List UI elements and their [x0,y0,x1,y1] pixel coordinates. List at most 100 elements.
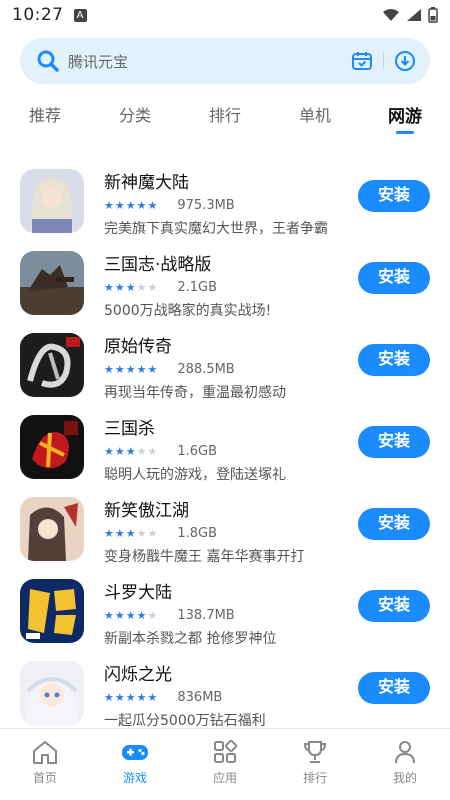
nav-label: 应用 [212,771,237,785]
app-name: 三国志·战略版 [104,255,212,275]
star-icon: ★ [125,198,136,212]
star-icon: ★ [104,362,114,376]
category-tabs: 推荐 分类 排行 单机 网游 [0,96,450,136]
star-icon: ★ [147,280,158,294]
wifi-icon [383,9,399,21]
nav-apps[interactable]: 应用 [180,729,270,800]
status-time: 10:27 [12,5,64,25]
app-description: 完美旗下真实魔幻大世界，王者争霸 [104,221,328,237]
search-input[interactable]: 腾讯元宝 [68,51,351,72]
star-icon: ★ [125,608,136,622]
app-name: 斗罗大陆 [104,583,172,603]
search-icon [37,50,59,72]
tab-category[interactable]: 分类 [90,96,180,136]
list-item[interactable]: 闪烁之光 ★ ★ ★ ★ ★ 836MB 一起瓜分5000万钻石福利 安装 [0,656,450,728]
star-icon: ★ [125,526,136,540]
list-item[interactable]: 斗罗大陆 ★ ★ ★ ★ ★ 138.7MB 新副本杀戮之都 抢修罗神位 安装 [0,574,450,656]
app-meta: ★ ★ ★ ★ ★ 1.6GB [104,444,217,459]
app-description: 5000万战略家的真实战场! [104,303,272,319]
install-button[interactable]: 安装 [358,262,430,294]
download-icon[interactable] [394,50,416,72]
rating-stars: ★ ★ ★ ★ ★ [104,280,158,294]
calendar-icon[interactable] [351,50,373,72]
install-button[interactable]: 安装 [358,508,430,540]
app-description: 聪明人玩的游戏，登陆送塚礼 [104,467,286,483]
star-icon: ★ [104,198,114,212]
tab-recommend[interactable]: 推荐 [0,96,90,136]
install-button[interactable]: 安装 [358,180,430,212]
nav-label: 排行 [302,771,327,785]
nav-mine[interactable]: 我的 [360,729,450,800]
signal-icon [407,9,421,21]
status-left: 10:27 A [12,5,87,25]
tab-ranking[interactable]: 排行 [180,96,270,136]
star-icon: ★ [136,280,147,294]
nav-label: 游戏 [122,771,147,785]
nav-games[interactable]: 游戏 [90,729,180,800]
search-bar[interactable]: 腾讯元宝 [20,38,430,84]
tab-label: 网游 [388,107,422,127]
star-icon: ★ [125,280,136,294]
tab-label: 排行 [208,106,241,125]
nav-label: 首页 [32,771,57,785]
star-icon: ★ [114,198,125,212]
app-name: 新神魔大陆 [104,173,189,193]
app-size: 138.7MB [177,608,235,623]
rating-stars: ★ ★ ★ ★ ★ [104,444,158,458]
app-icon [20,579,84,643]
rating-stars: ★ ★ ★ ★ ★ [104,198,157,212]
star-icon: ★ [114,362,125,376]
install-button[interactable]: 安装 [358,590,430,622]
tab-online-games[interactable]: 网游 [360,96,450,136]
nav-ranking[interactable]: 排行 [270,729,360,800]
app-icon [20,169,84,233]
star-icon: ★ [136,198,147,212]
app-meta: ★ ★ ★ ★ ★ 836MB [104,690,222,705]
app-meta: ★ ★ ★ ★ ★ 138.7MB [104,608,235,623]
list-item[interactable]: 新笑傲江湖 ★ ★ ★ ★ ★ 1.8GB 变身杨戬牛魔王 嘉年华赛事开打 安装 [0,492,450,574]
star-icon: ★ [104,690,114,704]
app-description: 再现当年传奇，重温最初感动 [104,385,286,401]
status-bar: 10:27 A [0,0,450,30]
star-icon: ★ [114,444,125,458]
star-icon: ★ [147,690,158,704]
tab-single-player[interactable]: 单机 [270,96,360,136]
battery-icon [428,7,438,23]
tab-label: 推荐 [28,106,61,125]
star-icon: ★ [136,362,147,376]
install-button[interactable]: 安装 [358,344,430,376]
nav-home[interactable]: 首页 [0,729,90,800]
app-list[interactable]: 新神魔大陆 ★ ★ ★ ★ ★ 975.3MB 完美旗下真实魔幻大世界，王者争霸 安装 … [0,164,450,728]
app-icon [20,415,84,479]
app-size: 836MB [177,690,223,705]
tab-active-indicator [396,131,414,134]
list-item[interactable]: 三国志·战略版 ★ ★ ★ ★ ★ 2.1GB 5000万战略家的真实战场! 安装 [0,246,450,328]
star-icon: ★ [114,526,125,540]
app-size: 288.5MB [177,362,235,377]
app-icon [20,333,84,397]
star-icon: ★ [104,444,114,458]
star-icon: ★ [114,280,125,294]
star-icon: ★ [104,526,114,540]
star-icon: ★ [147,444,158,458]
app-name: 三国杀 [104,419,155,439]
trophy-icon [303,741,327,763]
tab-label: 分类 [118,106,151,125]
star-icon: ★ [136,690,147,704]
rating-stars: ★ ★ ★ ★ ★ [104,362,157,376]
star-icon: ★ [125,444,136,458]
star-icon: ★ [114,608,125,622]
app-size: 2.1GB [177,280,218,295]
app-meta: ★ ★ ★ ★ ★ 1.8GB [104,526,217,541]
app-size: 975.3MB [177,198,235,213]
install-button[interactable]: 安装 [358,672,430,704]
list-item[interactable]: 三国杀 ★ ★ ★ ★ ★ 1.6GB 聪明人玩的游戏，登陆送塚礼 安装 [0,410,450,492]
app-icon [20,497,84,561]
list-item[interactable]: 原始传奇 ★ ★ ★ ★ ★ 288.5MB 再现当年传奇，重温最初感动 安装 [0,328,450,410]
install-button[interactable]: 安装 [358,426,430,458]
star-icon: ★ [147,526,158,540]
star-icon: ★ [147,608,158,622]
list-item[interactable]: 新神魔大陆 ★ ★ ★ ★ ★ 975.3MB 完美旗下真实魔幻大世界，王者争霸 安装 [0,164,450,246]
app-meta: ★ ★ ★ ★ ★ 2.1GB [104,280,217,295]
star-icon: ★ [104,608,114,622]
